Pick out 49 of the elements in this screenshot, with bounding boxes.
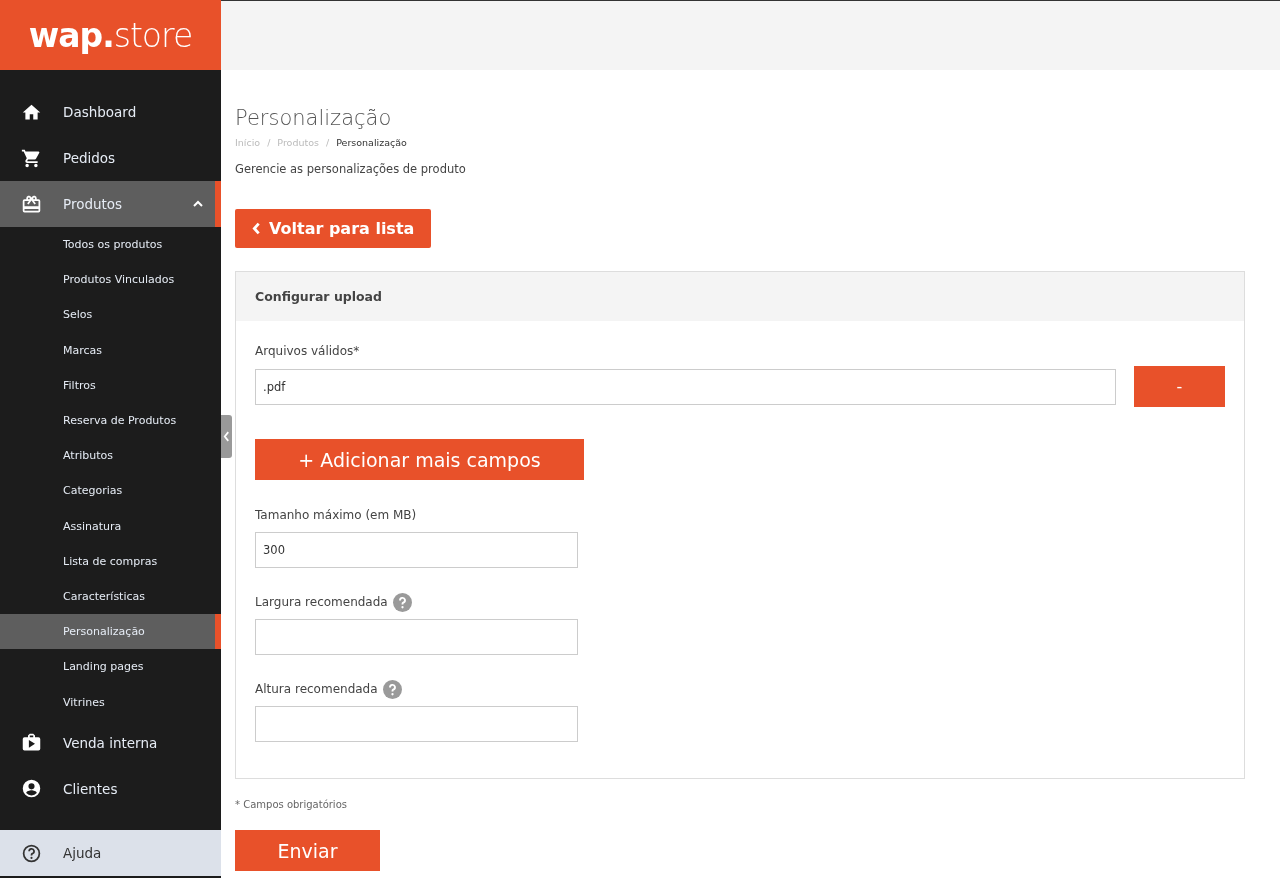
nav-subitem[interactable]: Landing pages — [0, 649, 221, 685]
help-item[interactable]: Ajuda — [0, 830, 221, 876]
panel-title: Configurar upload — [255, 289, 382, 304]
page-title: Personalização — [235, 106, 393, 130]
nav-subitem[interactable]: Vitrines — [0, 684, 221, 720]
nav-subitem[interactable]: Personalização — [0, 614, 221, 650]
input-field[interactable] — [255, 706, 578, 742]
add-fields-button[interactable]: + Adicionar mais campos — [255, 439, 584, 480]
input-field[interactable]: .pdf — [255, 368, 1116, 405]
chevron-left-icon — [252, 222, 261, 235]
nav-subitem[interactable]: Lista de compras — [0, 543, 221, 579]
gift-box-icon — [21, 193, 42, 215]
nav-subitem[interactable]: Marcas — [0, 332, 221, 368]
back-button[interactable]: Voltar para lista — [235, 209, 432, 248]
page-description: Gerencie as personalizações de produto — [235, 162, 467, 176]
nav-subitem[interactable]: Atributos — [0, 438, 221, 474]
field-label: Arquivos válidos* — [255, 344, 361, 358]
nav-item[interactable]: Dashboard — [0, 89, 221, 135]
breadcrumb-separator: / — [325, 137, 330, 148]
nav-subitem[interactable]: Categorias — [0, 473, 221, 509]
field-label: Altura recomendada — [255, 682, 378, 696]
chevron-left-icon — [223, 431, 230, 442]
nav-subitem[interactable]: Filtros — [0, 367, 221, 403]
remove-button[interactable]: - — [1134, 366, 1225, 407]
help-icon — [21, 842, 42, 864]
required-note: * Campos obrigatórios — [235, 799, 348, 810]
nav-item[interactable]: Venda interna — [0, 719, 221, 766]
submit-button[interactable]: Enviar — [235, 830, 380, 871]
nav-item[interactable]: Pedidos — [0, 135, 221, 181]
nav-subitem[interactable]: Características — [0, 578, 221, 615]
nav-subitem[interactable]: Todos os produtos — [0, 227, 221, 263]
cart-icon — [21, 147, 42, 169]
breadcrumb-item: Personalização — [336, 137, 407, 148]
breadcrumb-separator: / — [267, 137, 271, 148]
input-field[interactable]: 300 — [255, 532, 578, 568]
help-icon[interactable] — [382, 679, 402, 699]
help-icon[interactable] — [392, 592, 412, 612]
field-label: Tamanho máximo (em MB) — [255, 508, 417, 522]
nav-subitem[interactable]: Produtos Vinculados — [0, 262, 221, 298]
nav-subitem[interactable]: Assinatura — [0, 508, 221, 544]
nav-item[interactable]: Produtos — [0, 181, 221, 227]
field-label: Largura recomendada — [255, 595, 388, 609]
input-field[interactable] — [255, 619, 578, 655]
collapse-handle[interactable] — [221, 415, 232, 458]
nav-subitem[interactable]: Reserva de Produtos — [0, 402, 221, 439]
user-icon — [21, 778, 42, 800]
nav-item[interactable]: Clientes — [0, 765, 221, 812]
nav-subitem[interactable]: Selos — [0, 297, 221, 333]
logo[interactable]: wap.store — [28, 15, 193, 55]
